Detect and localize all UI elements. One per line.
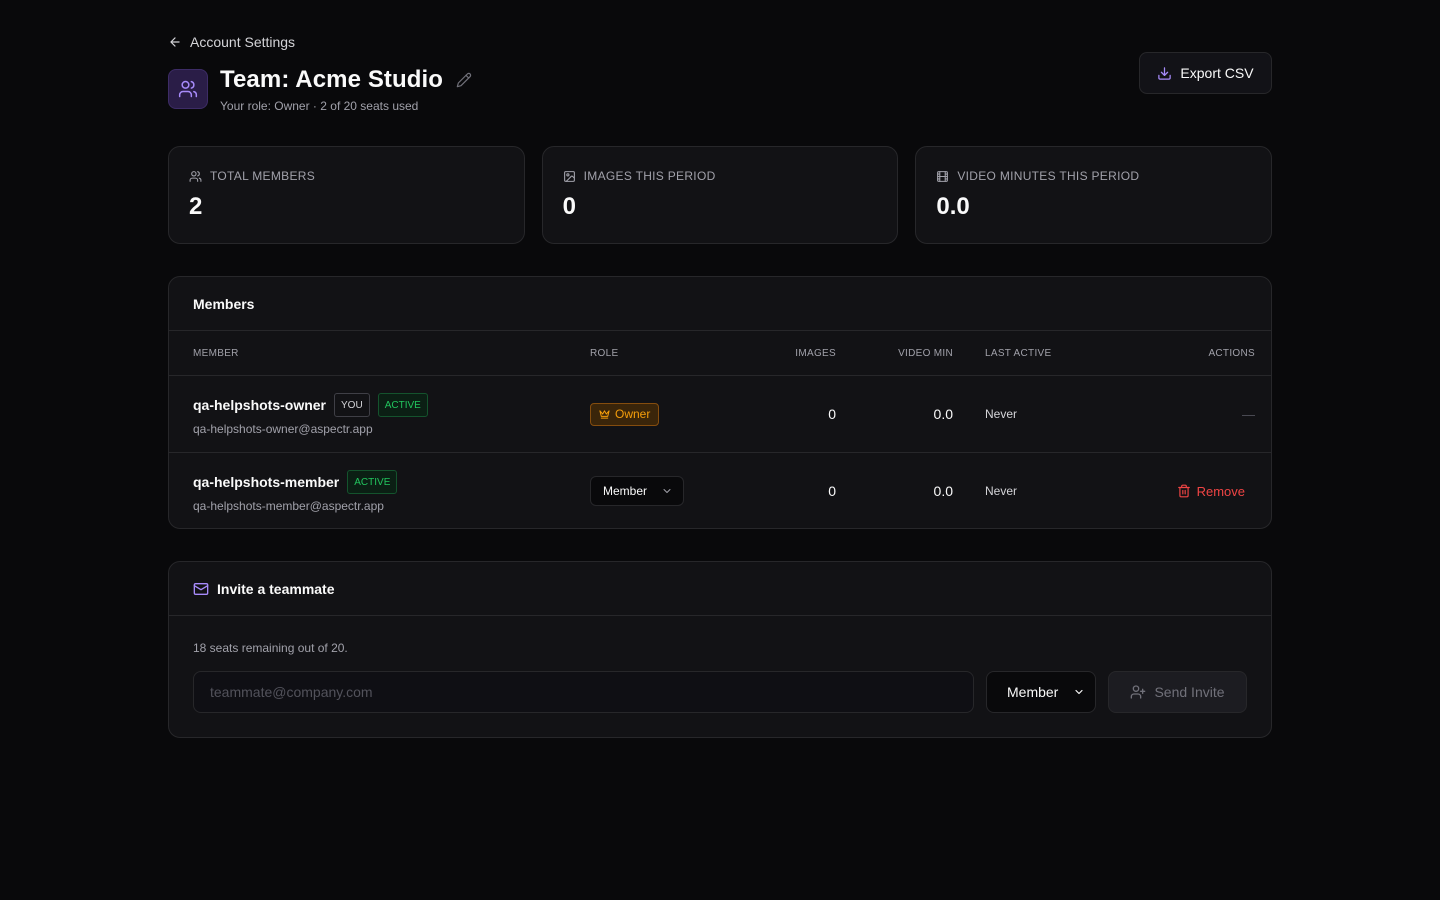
- stat-value: 2: [189, 193, 203, 220]
- invite-card-title: Invite a teammate: [217, 580, 335, 597]
- send-invite-button[interactable]: Send Invite: [1108, 671, 1247, 713]
- column-header-last-active: LAST ACTIVE: [985, 348, 1052, 359]
- members-card-title: Members: [169, 277, 1271, 331]
- stat-card-total-members: TOTAL MEMBERS 2: [168, 146, 525, 244]
- title-row: Team: Acme Studio: [220, 64, 473, 96]
- invite-role-value: Member: [1007, 684, 1059, 700]
- stat-card-images: IMAGES THIS PERIOD 0: [541, 146, 899, 244]
- trash-icon: [1177, 484, 1190, 498]
- table-row: qa-helpshots-member ACTIVE qa-helpshots-…: [169, 453, 1271, 530]
- arrow-left-icon: [170, 37, 180, 47]
- stat-value: 0.0: [936, 193, 970, 220]
- back-link-label: Account Settings: [190, 34, 296, 50]
- remove-member-button[interactable]: Remove: [1177, 484, 1245, 499]
- member-email: qa-helpshots-owner@aspectr.app: [193, 422, 373, 436]
- member-email: qa-helpshots-member@aspectr.app: [193, 499, 384, 513]
- members-table-header: MEMBER ROLE IMAGES VIDEO MIN LAST ACTIVE…: [169, 331, 1271, 376]
- member-images-count: 0: [828, 406, 836, 422]
- stat-label: TOTAL MEMBERS: [210, 169, 316, 183]
- film-icon: [937, 170, 949, 182]
- member-name: qa-helpshots-owner: [193, 397, 327, 413]
- page-subtitle: Your role: Owner · 2 of 20 seats used: [220, 99, 419, 113]
- you-badge: YOU: [334, 393, 370, 417]
- member-video-minutes: 0.0: [933, 483, 953, 499]
- invite-role-select[interactable]: Member: [986, 671, 1096, 713]
- stat-label: VIDEO MINUTES THIS PERIOD: [957, 169, 1140, 183]
- status-badge: ACTIVE: [347, 470, 398, 494]
- users-icon: [178, 80, 198, 98]
- column-header-actions: ACTIONS: [1208, 348, 1255, 359]
- member-role-value: Member: [603, 484, 648, 498]
- column-header-member: MEMBER: [193, 348, 239, 359]
- member-last-active: Never: [985, 484, 1018, 498]
- member-name: qa-helpshots-member: [193, 474, 340, 490]
- team-avatar: [168, 69, 208, 109]
- status-badge: ACTIVE: [377, 393, 428, 417]
- seats-remaining-text: 18 seats remaining out of 20.: [193, 641, 348, 655]
- download-icon: [1158, 66, 1172, 80]
- members-card: Members MEMBER ROLE IMAGES VIDEO MIN LAS…: [168, 276, 1272, 529]
- table-row: qa-helpshots-owner YOU ACTIVE qa-helpsho…: [169, 376, 1271, 453]
- send-invite-label: Send Invite: [1154, 684, 1225, 700]
- stat-value: 0: [562, 193, 577, 220]
- invite-card-header: Invite a teammate: [169, 562, 1271, 616]
- invite-card: Invite a teammate 18 seats remaining out…: [168, 561, 1272, 738]
- member-images-count: 0: [828, 483, 836, 499]
- column-header-role: ROLE: [590, 348, 619, 359]
- stat-label: IMAGES THIS PERIOD: [583, 169, 716, 183]
- no-action-placeholder: —: [1242, 406, 1255, 422]
- pencil-icon: [456, 72, 472, 88]
- column-header-images: IMAGES: [795, 348, 836, 359]
- export-csv-button[interactable]: Export CSV: [1139, 52, 1272, 94]
- remove-label: Remove: [1196, 483, 1245, 499]
- mail-icon: [193, 582, 209, 595]
- users-icon: [189, 170, 202, 182]
- back-link[interactable]: Account Settings: [168, 33, 295, 51]
- member-role-select[interactable]: Member: [590, 476, 684, 506]
- edit-team-name-button[interactable]: [455, 71, 473, 89]
- member-last-active: Never: [985, 407, 1018, 421]
- member-video-minutes: 0.0: [933, 406, 953, 422]
- crown-icon: [599, 409, 610, 419]
- chevron-down-icon: [1075, 689, 1083, 695]
- image-icon: [563, 170, 575, 182]
- export-csv-label: Export CSV: [1180, 65, 1254, 81]
- owner-role-badge: Owner: [590, 402, 660, 426]
- column-header-video-min: VIDEO MIN: [898, 348, 953, 359]
- invite-email-input[interactable]: [193, 671, 974, 713]
- chevron-down-icon: [663, 489, 671, 493]
- page-title: Team: Acme Studio: [220, 66, 444, 93]
- stat-card-video-minutes: VIDEO MINUTES THIS PERIOD 0.0: [915, 146, 1273, 244]
- user-plus-icon: [1131, 685, 1146, 699]
- owner-role-label: Owner: [615, 407, 651, 421]
- stats-row: TOTAL MEMBERS 2 IMAGES THIS PERIOD 0 VID…: [168, 146, 1273, 244]
